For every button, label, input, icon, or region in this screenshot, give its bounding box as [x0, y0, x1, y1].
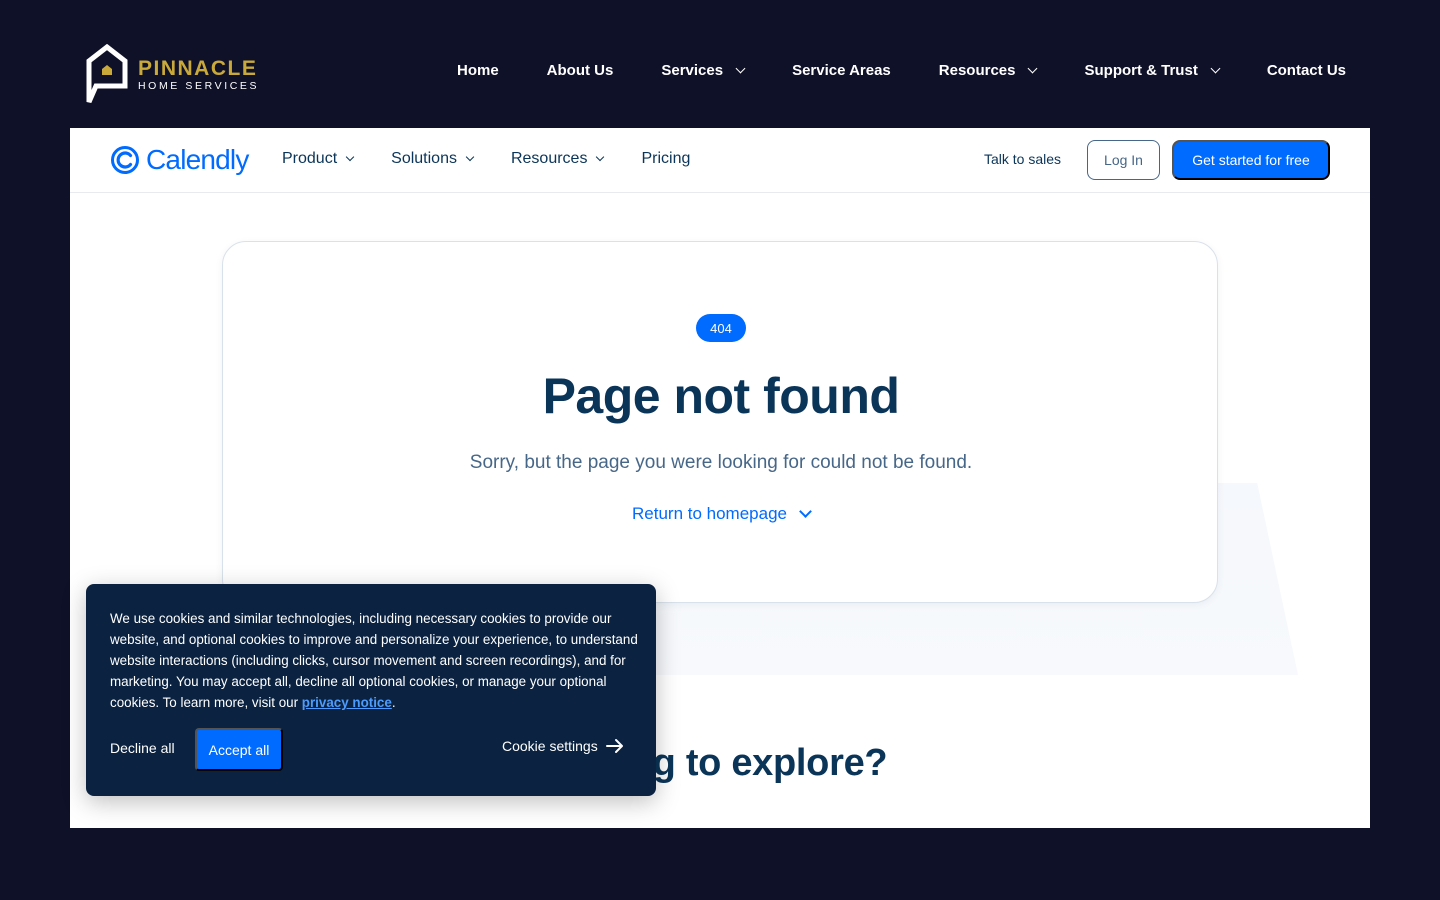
- calendly-navbar: Calendly Product Solutions Resources Pri…: [70, 128, 1370, 193]
- chevron-down-icon: [596, 152, 605, 162]
- nav-contact-us[interactable]: Contact Us: [1267, 62, 1346, 79]
- page-title: Page not found: [542, 368, 900, 424]
- error-message: Sorry, but the page you were looking for…: [469, 452, 973, 473]
- pinnacle-logo[interactable]: PINNACLE HOME SERVICES: [86, 44, 259, 106]
- menu-resources-label: Resources: [510, 150, 588, 167]
- calendly-logo-text: Calendly: [146, 144, 249, 175]
- decline-all-button[interactable]: Decline all: [110, 740, 175, 756]
- menu-resources[interactable]: Resources: [510, 150, 605, 168]
- cookie-settings-button[interactable]: Cookie settings: [502, 738, 624, 754]
- chevron-down-icon: [1028, 63, 1038, 73]
- nav-services-label: Services: [661, 62, 724, 79]
- nav-service-areas[interactable]: Service Areas: [792, 62, 891, 79]
- arrow-right-icon: [605, 739, 623, 753]
- nav-support-trust[interactable]: Support & Trust: [1084, 62, 1221, 79]
- nav-resources-label: Resources: [938, 62, 1016, 79]
- site-header: PINNACLE HOME SERVICES Home About Us Ser…: [0, 0, 1440, 128]
- privacy-notice-link[interactable]: privacy notice: [302, 695, 392, 710]
- house-logo-icon: [86, 44, 128, 104]
- site-nav: Home About Us Services Service Areas Res…: [457, 62, 1346, 79]
- menu-pricing[interactable]: Pricing: [641, 150, 690, 168]
- menu-product-label: Product: [282, 150, 338, 167]
- nav-about-us-label: About Us: [546, 62, 614, 79]
- cookie-period: .: [391, 695, 396, 710]
- logo-tagline: HOME SERVICES: [138, 79, 260, 92]
- return-homepage-link[interactable]: Return to homepage: [223, 504, 1219, 524]
- calendly-menu: Product Solutions Resources Pricing: [282, 150, 690, 168]
- cookie-text: We use cookies and similar technologies,…: [110, 608, 638, 713]
- error-card: 404 Page not found Sorry, but the page y…: [222, 241, 1218, 603]
- nav-contact-us-label: Contact Us: [1266, 62, 1346, 79]
- menu-solutions-label: Solutions: [391, 150, 457, 167]
- nav-service-areas-label: Service Areas: [792, 62, 891, 79]
- nav-resources[interactable]: Resources: [938, 62, 1038, 79]
- error-code-badge: 404: [696, 314, 746, 342]
- login-button[interactable]: Log In: [1087, 140, 1160, 180]
- talk-to-sales-link[interactable]: Talk to sales: [984, 151, 1061, 167]
- get-started-button[interactable]: Get started for free: [1172, 140, 1330, 180]
- menu-product[interactable]: Product: [282, 150, 355, 168]
- nav-services[interactable]: Services: [661, 62, 746, 79]
- nav-about-us[interactable]: About Us: [547, 62, 614, 79]
- chevron-down-icon: [345, 152, 355, 162]
- nav-home-label: Home: [456, 62, 499, 79]
- chevron-down-icon: [735, 63, 746, 73]
- accept-all-button[interactable]: Accept all: [195, 728, 283, 771]
- cookie-banner: We use cookies and similar technologies,…: [86, 584, 656, 796]
- calendly-logo-icon: [111, 146, 139, 174]
- return-homepage-label: Return to homepage: [632, 504, 787, 523]
- logo-name: PINNACLE: [138, 56, 258, 80]
- menu-solutions[interactable]: Solutions: [391, 150, 475, 168]
- cookie-settings-label: Cookie settings: [502, 738, 598, 754]
- chevron-down-icon: [1210, 63, 1221, 73]
- nav-support-trust-label: Support & Trust: [1084, 62, 1198, 79]
- menu-pricing-label: Pricing: [641, 150, 691, 167]
- chevron-down-icon: [799, 504, 812, 518]
- calendly-logo[interactable]: Calendly: [110, 142, 249, 178]
- nav-home[interactable]: Home: [457, 62, 499, 79]
- chevron-down-icon: [465, 152, 475, 162]
